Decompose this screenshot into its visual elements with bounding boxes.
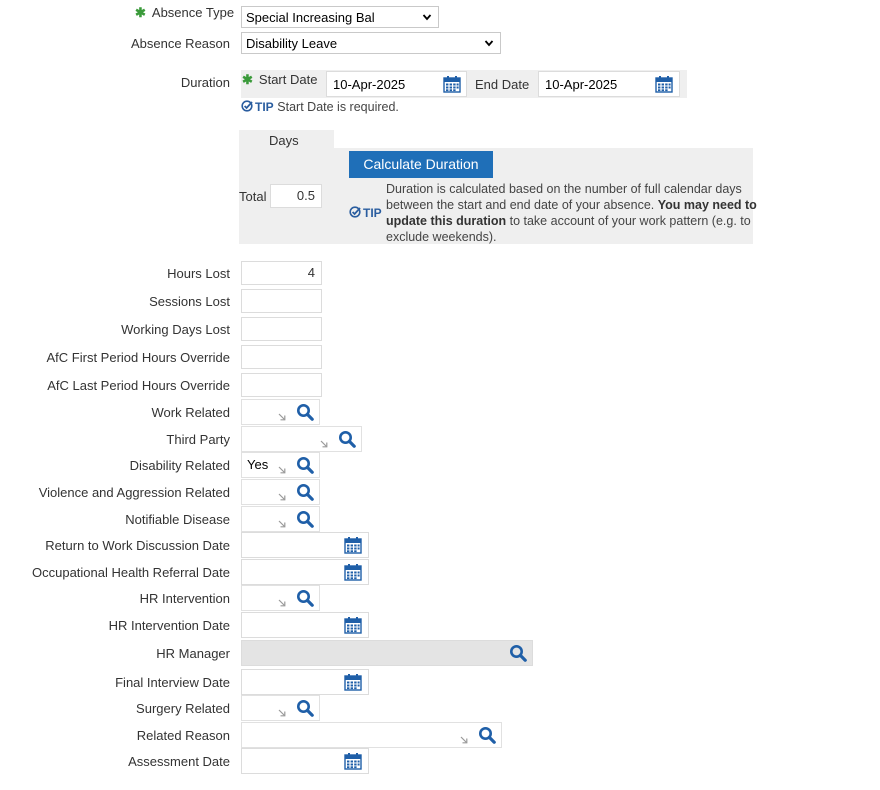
final-interview-date-field[interactable] [241,669,369,695]
calendar-icon[interactable] [443,75,461,93]
hours-lost-label: Hours Lost [167,266,230,281]
end-date-field[interactable]: 10-Apr-2025 [538,71,680,97]
start-date-value: 10-Apr-2025 [333,77,406,92]
search-icon[interactable] [296,699,314,717]
tip-text: Start Date is required. [277,100,399,114]
third-party-lov[interactable] [241,426,362,452]
chevron-down-icon [484,37,494,49]
duration-tip-text: Duration is calculated based on the numb… [386,181,758,245]
list-arrow-icon [320,440,328,448]
disability-related-lov[interactable]: Yes [241,452,320,478]
required-indicator: ✱ [135,5,146,20]
search-icon[interactable] [296,456,314,474]
list-arrow-icon [278,520,286,528]
work-related-label: Work Related [151,405,230,420]
duration-label: Duration [180,75,230,90]
start-date-label-wrap: ✱ Start Date [242,72,317,88]
related-reason-label: Related Reason [136,728,230,743]
total-days-field[interactable]: 0.5 [270,184,322,208]
assessment-date-label: Assessment Date [128,754,230,769]
check-tip-icon [241,100,253,112]
hr-intervention-lov[interactable] [241,585,320,611]
search-icon[interactable] [296,483,314,501]
absence-type-select[interactable]: Special Increasing Bal [241,6,439,28]
disability-related-value: Yes [247,457,269,472]
search-icon[interactable] [338,430,356,448]
hr-manager-label: HR Manager [156,646,230,661]
required-indicator: ✱ [242,72,253,87]
afc-last-field[interactable] [241,373,322,397]
hr-intervention-date-label: HR Intervention Date [108,618,230,633]
afc-first-label: AfC First Period Hours Override [46,350,231,365]
total-label: Total [239,189,267,204]
search-icon[interactable] [478,726,496,744]
violence-related-lov[interactable] [241,479,320,505]
calendar-icon[interactable] [344,752,362,770]
start-date-field[interactable]: 10-Apr-2025 [326,71,467,97]
violence-related-label: Violence and Aggression Related [38,485,230,500]
oh-referral-date-label: Occupational Health Referral Date [32,565,230,580]
chevron-down-icon [422,11,432,23]
days-header: Days [269,133,299,148]
surgery-related-lov[interactable] [241,695,320,721]
final-interview-date-label: Final Interview Date [115,675,230,690]
tip-label: TIP [363,206,382,220]
end-date-value: 10-Apr-2025 [545,77,618,92]
absence-reason-label: Absence Reason [130,36,230,51]
list-arrow-icon [278,466,286,474]
hr-intervention-label: HR Intervention [139,591,230,606]
list-arrow-icon [278,709,286,717]
search-icon[interactable] [296,403,314,421]
work-related-lov[interactable] [241,399,320,425]
third-party-label: Third Party [166,432,230,447]
absence-reason-value: Disability Leave [246,36,338,51]
list-arrow-icon [460,736,468,744]
calendar-icon[interactable] [344,616,362,634]
sessions-lost-label: Sessions Lost [149,294,230,309]
working-days-lost-field[interactable] [241,317,322,341]
list-arrow-icon [278,599,286,607]
sessions-lost-field[interactable] [241,289,322,313]
hr-intervention-date-field[interactable] [241,612,369,638]
search-icon[interactable] [509,644,527,662]
working-days-lost-label: Working Days Lost [121,322,230,337]
check-tip-icon [349,206,361,218]
afc-first-field[interactable] [241,345,322,369]
disability-related-label: Disability Related [129,458,230,473]
absence-type-label-wrap: ✱ Absence Type [135,5,234,21]
calculate-duration-button[interactable]: Calculate Duration [349,151,493,178]
rtw-date-label: Return to Work Discussion Date [45,538,230,553]
list-arrow-icon [278,413,286,421]
end-date-label: End Date [475,77,530,92]
absence-reason-select[interactable]: Disability Leave [241,32,501,54]
search-icon[interactable] [296,589,314,607]
absence-type-label: Absence Type [151,5,235,20]
hr-manager-field[interactable] [241,640,533,666]
surgery-related-label: Surgery Related [136,701,230,716]
calendar-icon[interactable] [344,536,362,554]
afc-last-label: AfC Last Period Hours Override [47,378,230,393]
rtw-date-field[interactable] [241,532,369,558]
start-date-tip: TIP Start Date is required. [241,99,399,114]
calendar-icon[interactable] [344,563,362,581]
oh-referral-date-field[interactable] [241,559,369,585]
notifiable-disease-label: Notifiable Disease [125,512,230,527]
assessment-date-field[interactable] [241,748,369,774]
tip-label: TIP [255,100,274,114]
calendar-icon[interactable] [344,673,362,691]
calc-tip-marker: TIP [349,205,382,220]
notifiable-disease-lov[interactable] [241,506,320,532]
search-icon[interactable] [296,510,314,528]
calendar-icon[interactable] [655,75,673,93]
related-reason-lov[interactable] [241,722,502,748]
list-arrow-icon [278,493,286,501]
absence-type-value: Special Increasing Bal [246,10,375,25]
hours-lost-field[interactable]: 4 [241,261,322,285]
start-date-label: Start Date [258,72,318,87]
